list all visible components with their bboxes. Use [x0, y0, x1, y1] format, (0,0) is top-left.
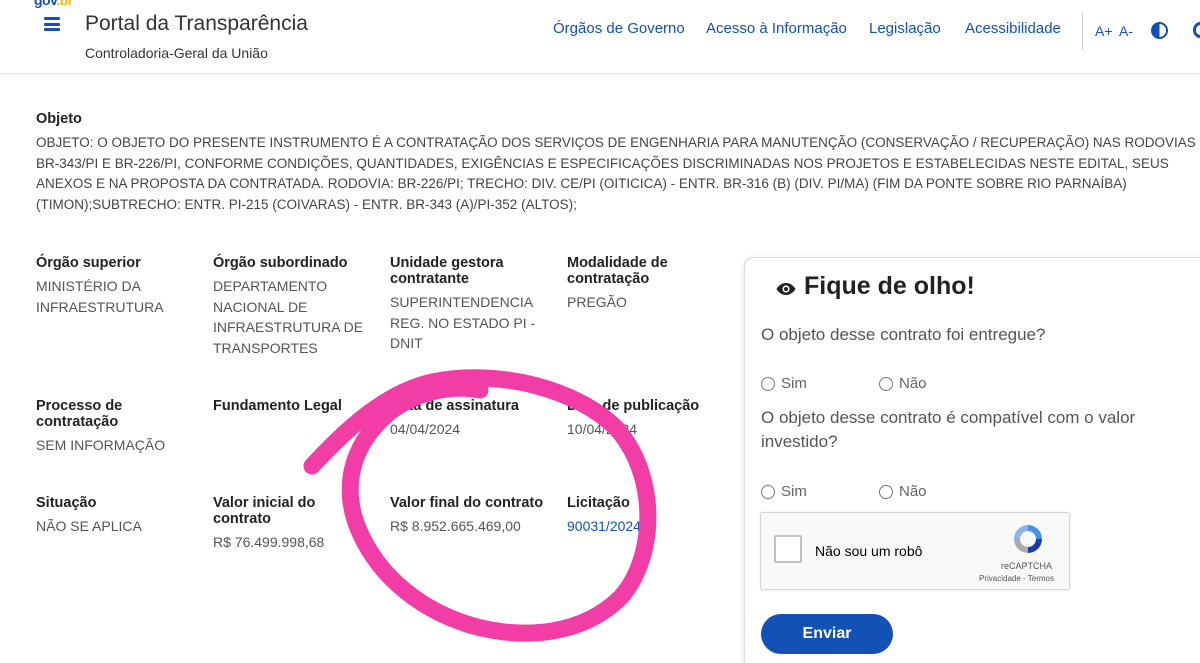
field-licitacao: Licitação 90031/2024 — [567, 495, 737, 537]
field-label: Órgão superior — [36, 255, 141, 271]
nav-acessibilidade[interactable]: Acessibilidade — [965, 20, 1061, 37]
recaptcha-brand: reCAPTCHA — [1001, 561, 1053, 571]
logo-part-br: .br — [56, 0, 73, 8]
field-label: Valor final do contrato — [390, 495, 544, 511]
field-value: 10/04/2024 — [567, 421, 638, 437]
field-data-assinatura: Data de assinatura 04/04/2024 — [390, 398, 560, 440]
field-label: Modalidade de contratação — [567, 255, 668, 287]
question-compativel: O objeto desse contrato é compatível com… — [761, 408, 1136, 451]
licitacao-link[interactable]: 90031/2024 — [567, 516, 737, 537]
contrast-icon[interactable] — [1151, 22, 1168, 39]
field-value: SUPERINTENDENCIA REG. NO ESTADO PI - DNI… — [390, 294, 536, 351]
enviar-button[interactable]: Enviar — [761, 614, 893, 654]
field-label: Data de assinatura — [390, 398, 519, 414]
nav-legislacao[interactable]: Legislação — [869, 20, 941, 37]
govbr-logo[interactable]: gov.br — [34, 0, 73, 8]
font-decrease-button[interactable]: A- — [1119, 23, 1133, 39]
nav-divider — [1082, 12, 1083, 50]
objeto-label: Objeto — [36, 111, 82, 127]
recaptcha-logo-icon — [1014, 525, 1042, 553]
radio-compativel-sim[interactable]: Sim — [761, 483, 807, 500]
question-entregue: O objeto desse contrato foi entregue? — [761, 325, 1046, 344]
radio-label: Não — [899, 375, 927, 392]
portal-subtitle: Controladoria-Geral da União — [85, 45, 268, 61]
field-valor-final: Valor final do contrato R$ 8.952.665.469… — [390, 495, 565, 537]
field-situacao: Situação NÃO SE APLICA — [36, 495, 206, 537]
radio-entregue-sim[interactable]: Sim — [761, 375, 807, 392]
radio-circle-icon — [879, 484, 893, 499]
field-value: DEPARTAMENTO NACIONAL DE INFRAESTRUTURA … — [213, 278, 364, 356]
radio-circle-icon — [761, 376, 775, 391]
field-value: R$ 8.952.665.469,00 — [390, 518, 521, 534]
hamburger-menu-icon[interactable] — [44, 17, 60, 31]
font-increase-button[interactable]: A+ — [1095, 23, 1113, 39]
field-label: Licitação — [567, 495, 630, 511]
logo-part-gov: gov — [34, 0, 57, 8]
eye-icon — [776, 283, 796, 295]
search-icon[interactable] — [1193, 22, 1200, 38]
site-header: gov.br Portal da Transparência Controlad… — [0, 0, 1200, 74]
recaptcha-checkbox[interactable] — [774, 535, 802, 563]
radio-circle-icon — [879, 376, 893, 391]
field-label: Órgão subordinado — [213, 255, 348, 271]
field-fundamento-legal: Fundamento Legal — [213, 398, 383, 419]
field-value: MINISTÉRIO DA INFRAESTRUTURA — [36, 278, 164, 315]
radio-compativel-nao[interactable]: Não — [879, 483, 927, 500]
field-valor-inicial: Valor inicial do contrato R$ 76.499.998,… — [213, 495, 353, 553]
recaptcha-label: Não sou um robô — [815, 543, 923, 559]
field-label: Situação — [36, 495, 97, 511]
portal-title[interactable]: Portal da Transparência — [85, 12, 308, 36]
field-value: NÃO SE APLICA — [36, 518, 142, 534]
field-label: Valor inicial do contrato — [213, 495, 316, 527]
field-label: Fundamento Legal — [213, 398, 342, 414]
field-orgao-subordinado: Órgão subordinado DEPARTAMENTO NACIONAL … — [213, 255, 383, 358]
field-label: Data de publicação — [567, 398, 700, 414]
field-value: SEM INFORMAÇÃO — [36, 437, 166, 453]
radio-label: Sim — [781, 375, 807, 392]
field-modalidade: Modalidade de contratação PREGÃO — [567, 255, 727, 313]
field-value: 04/04/2024 — [390, 421, 461, 437]
radio-entregue-nao[interactable]: Não — [879, 375, 927, 392]
field-value: PREGÃO — [567, 294, 627, 310]
field-label: Processo de contratação — [36, 398, 123, 430]
radio-label: Não — [899, 483, 927, 500]
field-value: R$ 76.499.998,68 — [213, 534, 325, 550]
radio-circle-icon — [761, 484, 775, 499]
field-data-publicacao: Data de publicação 10/04/2024 — [567, 398, 717, 440]
nav-acesso-a-informacao[interactable]: Acesso à Informação — [706, 20, 847, 37]
radio-label: Sim — [781, 483, 807, 500]
fique-de-olho-title: Fique de olho! — [804, 272, 975, 300]
fique-de-olho-card — [744, 257, 1200, 663]
field-label: Unidade gestora contratante — [390, 255, 504, 287]
field-processo: Processo de contratação SEM INFORMAÇÃO — [36, 398, 176, 456]
field-orgao-superior: Órgão superior MINISTÉRIO DA INFRAESTRUT… — [36, 255, 206, 317]
recaptcha-terms-link[interactable]: Privacidade - Termos — [979, 574, 1054, 583]
objeto-text: OBJETO: O OBJETO DO PRESENTE INSTRUMENTO… — [36, 135, 1196, 212]
field-unidade-gestora: Unidade gestora contratante SUPERINTENDE… — [390, 255, 550, 354]
nav-orgaos-de-governo[interactable]: Órgãos de Governo — [553, 20, 685, 37]
